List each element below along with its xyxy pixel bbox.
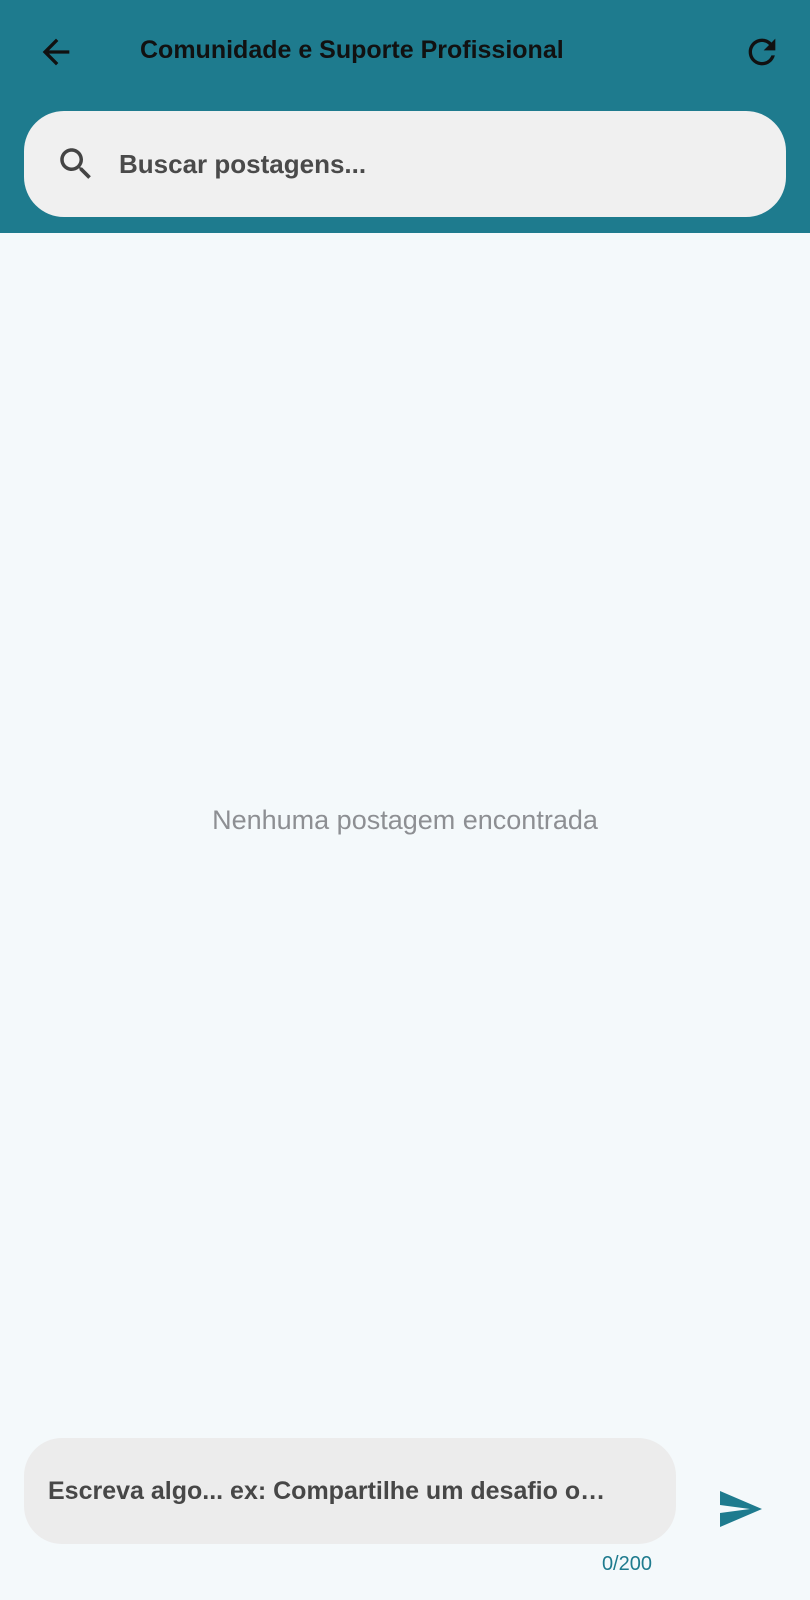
page-title: Comunidade e Suporte Profissional bbox=[140, 36, 564, 64]
post-input[interactable] bbox=[48, 1463, 668, 1519]
refresh-button[interactable] bbox=[736, 26, 788, 78]
back-button[interactable] bbox=[30, 26, 82, 78]
send-icon bbox=[720, 1491, 762, 1527]
composer-field[interactable] bbox=[24, 1438, 676, 1544]
search-bar[interactable] bbox=[24, 111, 786, 217]
character-counter: 0/200 bbox=[601, 1553, 652, 1575]
send-button[interactable] bbox=[712, 1481, 768, 1537]
arrow-back-icon bbox=[42, 38, 70, 66]
search-input[interactable] bbox=[119, 136, 759, 192]
refresh-icon bbox=[748, 38, 776, 66]
empty-state-message: Nenhuma postagem encontrada bbox=[212, 805, 598, 835]
app-bar: Comunidade e Suporte Profissional bbox=[0, 0, 810, 233]
search-icon bbox=[52, 140, 100, 188]
